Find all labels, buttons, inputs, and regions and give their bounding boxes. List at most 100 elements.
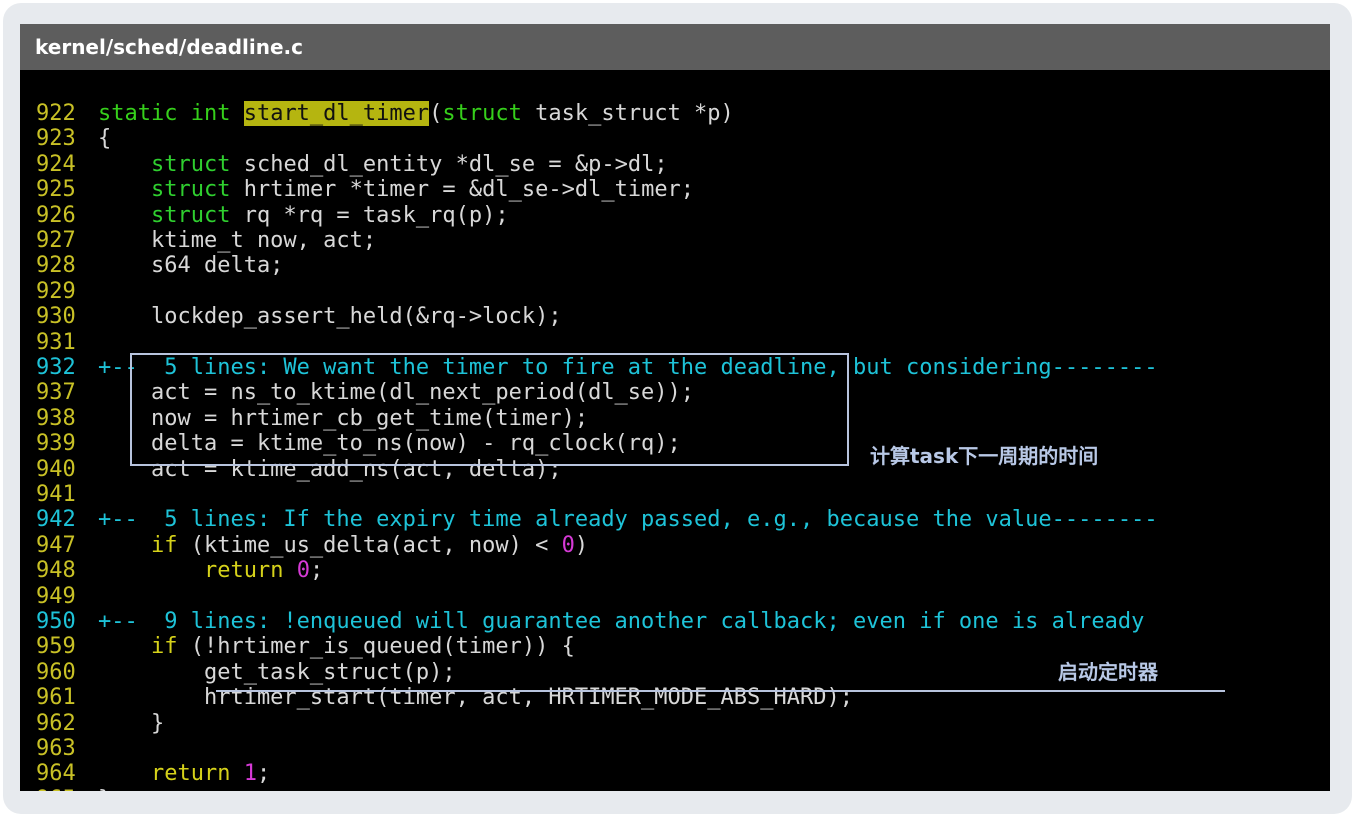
code-token: 0 [296, 558, 310, 584]
code-token: ; [309, 558, 324, 584]
code-token: } [98, 710, 165, 736]
code-line[interactable]: 961 hrtimer_start(timer, act, HRTIMER_MO… [20, 685, 1330, 710]
code-token: struct [150, 177, 231, 203]
code-line[interactable]: 949 [20, 584, 1330, 609]
code-token: ktime_t now, act; [98, 228, 377, 253]
code-line[interactable]: 965} [20, 787, 1330, 791]
code-token: sched_dl_entity *dl_se = &p->dl; [230, 151, 668, 177]
code-token: 1 [243, 761, 257, 787]
line-number: 924 [36, 151, 76, 177]
code-token: return [203, 558, 284, 584]
code-line[interactable]: 930 lockdep_assert_held(&rq->lock); [20, 304, 1330, 329]
line-number: 925 [36, 177, 76, 203]
code-token: lockdep_assert_held(&rq->lock); [98, 304, 562, 330]
line-text: struct rq *rq = task_rq(p); [98, 203, 509, 228]
line-number: 965 [36, 787, 76, 791]
code-token: rq *rq = task_rq(p); [230, 202, 509, 228]
annotation-underline [216, 690, 1225, 692]
annotation-period-note: 计算task下一周期的时间 [870, 444, 1099, 468]
line-text: get_task_struct(p); [98, 660, 456, 685]
line-number: 940 [36, 456, 76, 482]
line-number: 928 [36, 253, 76, 279]
line-number: 941 [36, 482, 76, 507]
code-token: (ktime_us_delta(act, now) < [177, 532, 562, 558]
line-text: { [98, 126, 111, 151]
fold-line[interactable]: 942 +-- 5 lines: If the expiry time alrea… [20, 507, 1330, 532]
line-number: 923 [36, 126, 76, 152]
code-token: struct [150, 151, 231, 177]
line-text: if (!hrtimer_is_queued(timer)) { [98, 634, 575, 659]
code-token: ( [429, 101, 443, 126]
line-number: 922 [36, 101, 76, 126]
line-number: 961 [36, 685, 76, 711]
line-number: 950 [36, 609, 76, 634]
line-text: lockdep_assert_held(&rq->lock); [98, 304, 562, 329]
line-text: hrtimer_start(timer, act, HRTIMER_MODE_A… [98, 685, 853, 710]
code-token: if [150, 634, 178, 660]
search-highlight: start_dl_timer [243, 101, 430, 126]
fold-line[interactable]: 950 +-- 9 lines: !enqueued will guarantee… [20, 609, 1330, 634]
line-text: if (ktime_us_delta(act, now) < 0) [98, 533, 588, 558]
code-token: static int [98, 101, 244, 126]
code-token: hrtimer_start(timer, act, HRTIMER_MODE_A… [98, 685, 853, 711]
line-number: 942 [36, 507, 76, 533]
line-number: 960 [36, 659, 76, 685]
code-token: struct [150, 202, 231, 228]
annotation-start-note: 启动定时器 [1058, 660, 1158, 684]
code-token: s64 delta; [98, 253, 284, 279]
code-line[interactable]: 931 [20, 330, 1330, 355]
line-number: 947 [36, 532, 76, 558]
code-line[interactable]: 947 if (ktime_us_delta(act, now) < 0) [20, 533, 1330, 558]
line-text: s64 delta; [98, 253, 283, 278]
code-line[interactable]: 923 { [20, 126, 1330, 151]
code-line[interactable]: 963 [20, 736, 1330, 761]
line-text: +-- 9 lines: !enqueued will guarantee an… [98, 609, 1144, 634]
code-line[interactable]: 922 static int start_dl_timer(struct task… [20, 101, 1330, 126]
line-number: 931 [36, 329, 76, 355]
line-text: return 0; [98, 558, 323, 583]
line-number: 938 [36, 405, 76, 431]
code-token: +-- 9 lines: !enqueued will guarantee an… [98, 609, 1145, 634]
line-text: struct sched_dl_entity *dl_se = &p->dl; [98, 152, 668, 177]
line-text: static int start_dl_timer(struct task_st… [98, 101, 734, 126]
code-token: ; [256, 761, 271, 787]
line-number: 948 [36, 558, 76, 584]
code-line[interactable]: 964 return 1; [20, 761, 1330, 786]
code-token: } [98, 787, 111, 791]
code-line[interactable]: 928 s64 delta; [20, 253, 1330, 278]
line-number: 964 [36, 761, 76, 787]
line-number: 932 [36, 355, 76, 380]
line-text: struct hrtimer *timer = &dl_se->dl_timer… [98, 177, 694, 202]
code-token: struct [442, 101, 522, 126]
highlight-box-period-calc [130, 353, 849, 466]
code-line[interactable]: 962 } [20, 711, 1330, 736]
code-token: if [150, 532, 178, 558]
line-text: } [98, 787, 111, 791]
code-line[interactable]: 941 [20, 482, 1330, 507]
code-line[interactable]: 925 struct hrtimer *timer = &dl_se->dl_t… [20, 177, 1330, 202]
code-line[interactable]: 926 struct rq *rq = task_rq(p); [20, 203, 1330, 228]
code-token: 0 [561, 532, 575, 558]
code-line[interactable]: 929 [20, 279, 1330, 304]
code-token: { [98, 126, 112, 152]
line-number: 939 [36, 431, 76, 457]
code-token: get_task_struct(p); [98, 659, 456, 685]
line-number: 949 [36, 583, 76, 609]
code-line[interactable]: 924 struct sched_dl_entity *dl_se = &p->… [20, 152, 1330, 177]
line-number: 937 [36, 380, 76, 406]
code-line[interactable]: 948 return 0; [20, 558, 1330, 583]
line-number: 962 [36, 710, 76, 736]
line-number: 929 [36, 278, 76, 304]
line-number: 963 [36, 736, 76, 761]
code-token: +-- 5 lines: If the expiry time already … [98, 507, 1158, 533]
code-line[interactable]: 927 ktime_t now, act; [20, 228, 1330, 253]
line-text: ktime_t now, act; [98, 228, 376, 253]
code-token: ) [574, 532, 589, 558]
